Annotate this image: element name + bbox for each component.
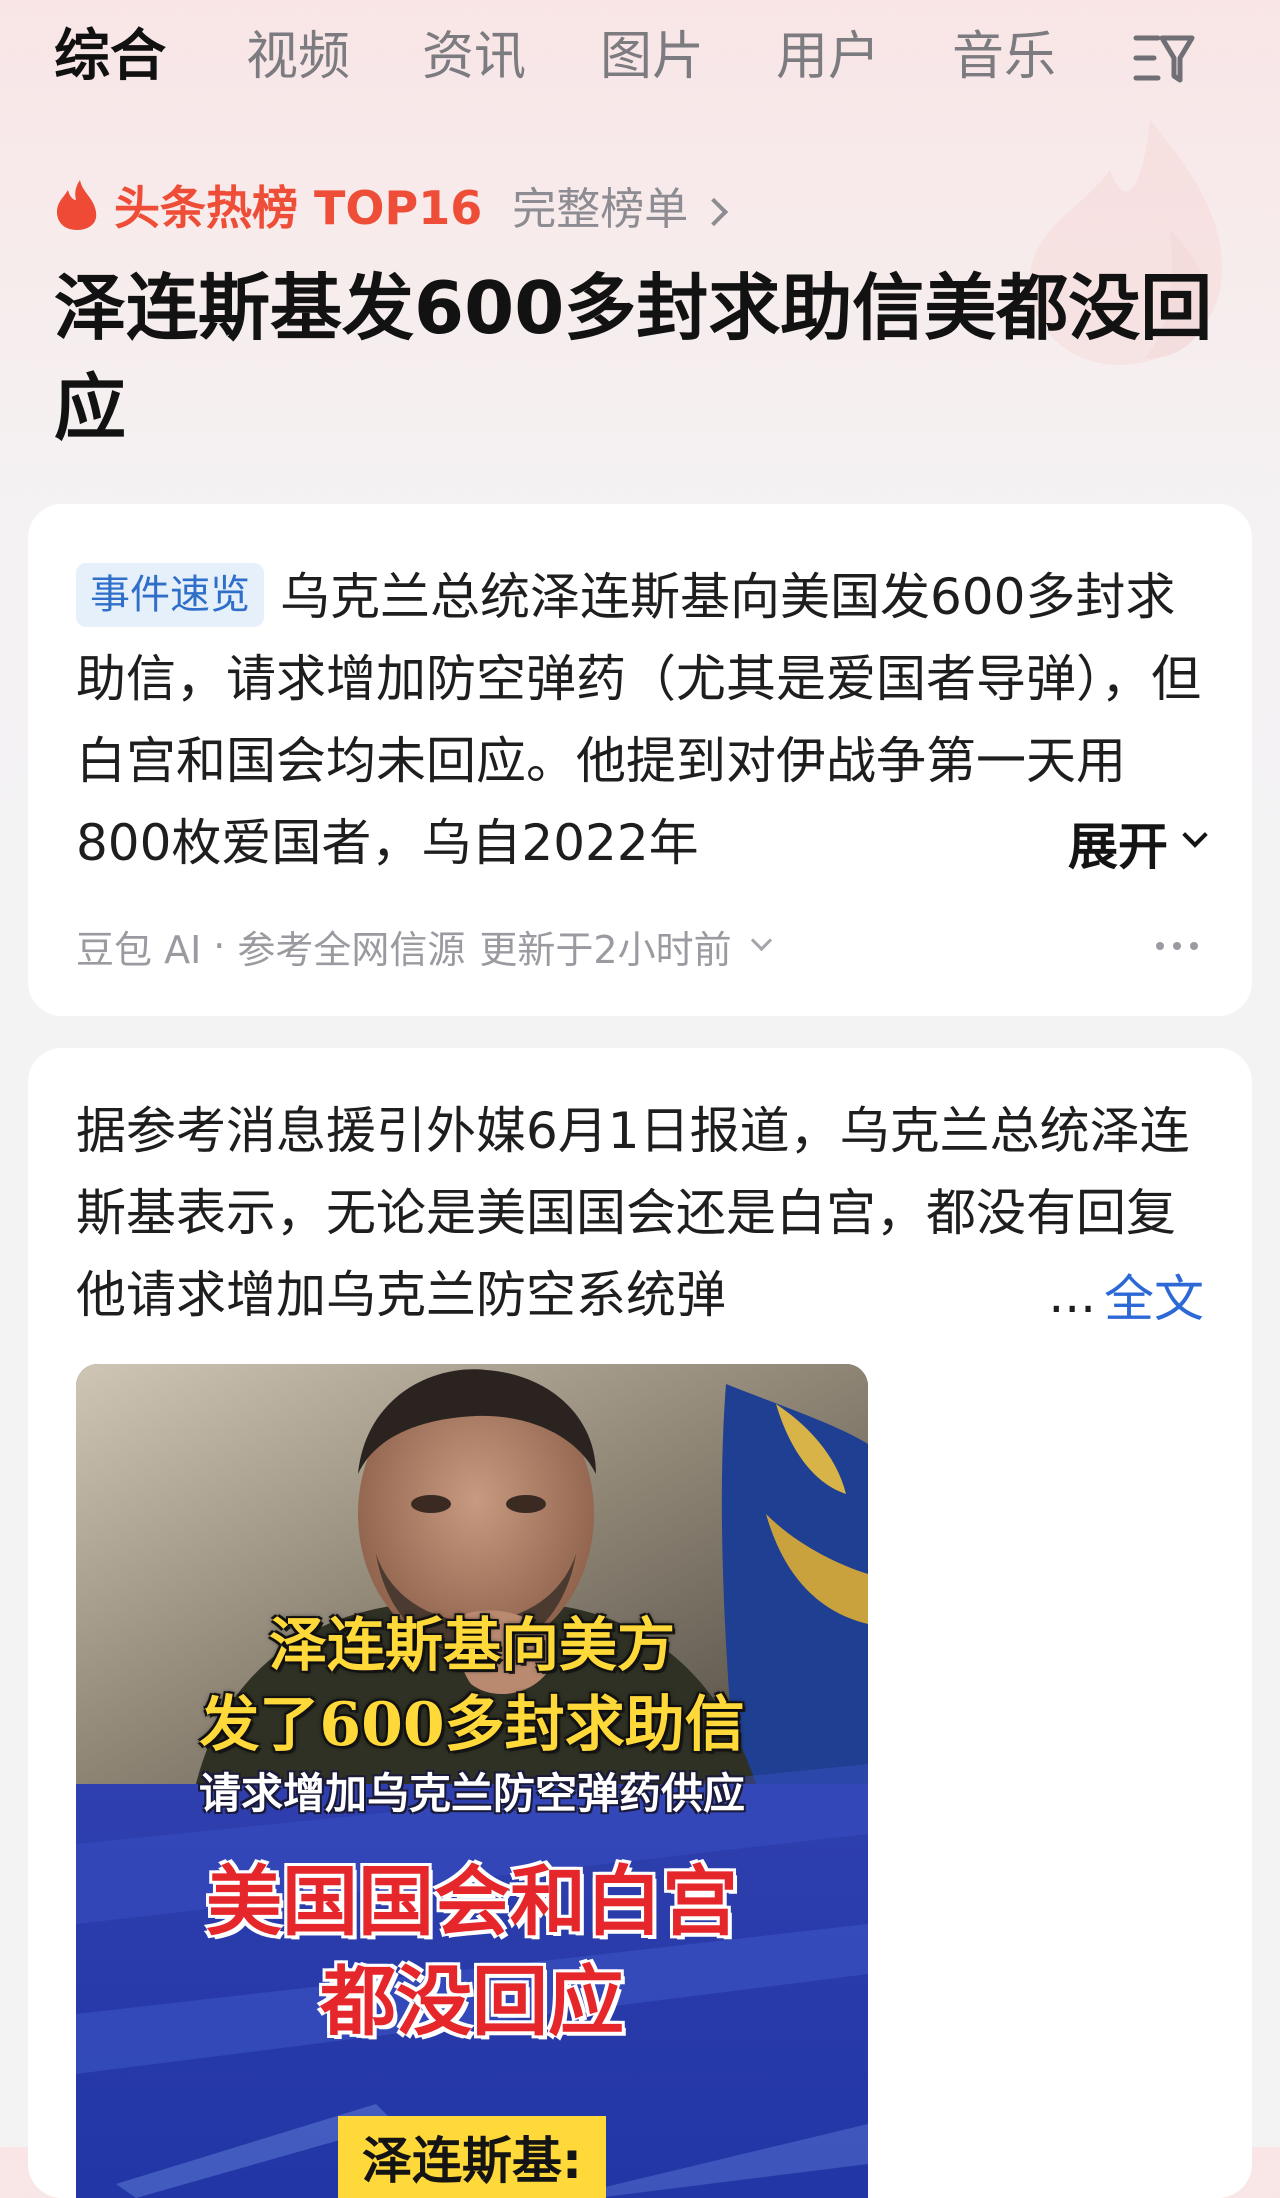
tab-video[interactable]: 视频 [246, 22, 350, 92]
updated-time: 更新于2小时前 [479, 927, 732, 972]
news-article-card[interactable]: 据参考消息援引外媒6月1日报道，乌克兰总统泽连斯基表示，无论是美国国会还是白宫，… [28, 1048, 1252, 2198]
hot-list-rank-label[interactable]: 头条热榜 TOP16 [114, 172, 482, 238]
source-chevron-down-icon[interactable] [750, 929, 772, 951]
expand-button[interactable]: 展开 [1068, 802, 1208, 884]
expand-label: 展开 [1068, 818, 1168, 876]
event-summary-card: 事件速览 乌克兰总统泽连斯基向美国发600多封求助信，请求增加防空弹药（尤其是爱国… [28, 504, 1252, 1016]
chevron-right-icon [700, 197, 729, 227]
full-text-link-wrap: ... 全文 [1024, 1254, 1204, 1336]
hot-topic-headline[interactable]: 泽连斯基发600多封求助信美都没回应 [54, 258, 1234, 458]
full-list-link[interactable]: 完整榜单 [512, 173, 729, 237]
event-overview-badge: 事件速览 [76, 563, 264, 627]
search-category-tabs: 综合 视频 资讯 图片 用户 音乐 [0, 0, 1280, 118]
cover-line-3: 请求增加乌克兰防空弹药供应 [198, 1769, 745, 1818]
summary-source-meta: 豆包 AI · 参考全网信源 更新于2小时前 [76, 918, 772, 974]
cover-line-1: 泽连斯基向美方 [268, 1611, 675, 1679]
ellipsis-text: ... [1048, 1266, 1096, 1324]
tab-news[interactable]: 资讯 [422, 22, 526, 92]
tab-general[interactable]: 综合 [54, 22, 166, 92]
full-text-link[interactable]: 全文 [1104, 1259, 1204, 1331]
cover-line-2: 发了600多封求助信 [199, 1690, 745, 1760]
more-dots-icon[interactable] [1152, 924, 1202, 968]
tab-music[interactable]: 音乐 [952, 22, 1056, 92]
tab-images[interactable]: 图片 [600, 22, 704, 92]
hot-list-row: 头条热榜 TOP16 完整榜单 [54, 170, 729, 240]
chevron-down-icon [1182, 822, 1208, 848]
fire-icon [57, 180, 97, 230]
tab-users[interactable]: 用户 [776, 22, 880, 92]
cover-line-5: 都没回应 [320, 1957, 624, 2046]
reference-label: 参考全网信源 [237, 927, 466, 972]
cover-line-4: 美国国会和白宫 [206, 1857, 738, 1946]
cover-speaker-tag: 泽连斯基: [338, 2116, 606, 2198]
ai-source-label: 豆包 AI [76, 927, 202, 972]
meta-separator: · [213, 924, 226, 968]
filter-icon[interactable] [1132, 28, 1196, 88]
full-list-label: 完整榜单 [512, 184, 689, 235]
article-cover-image[interactable]: 泽连斯基向美方 发了600多封求助信 请求增加乌克兰防空弹药供应 美国国会和白宫… [76, 1364, 868, 2198]
